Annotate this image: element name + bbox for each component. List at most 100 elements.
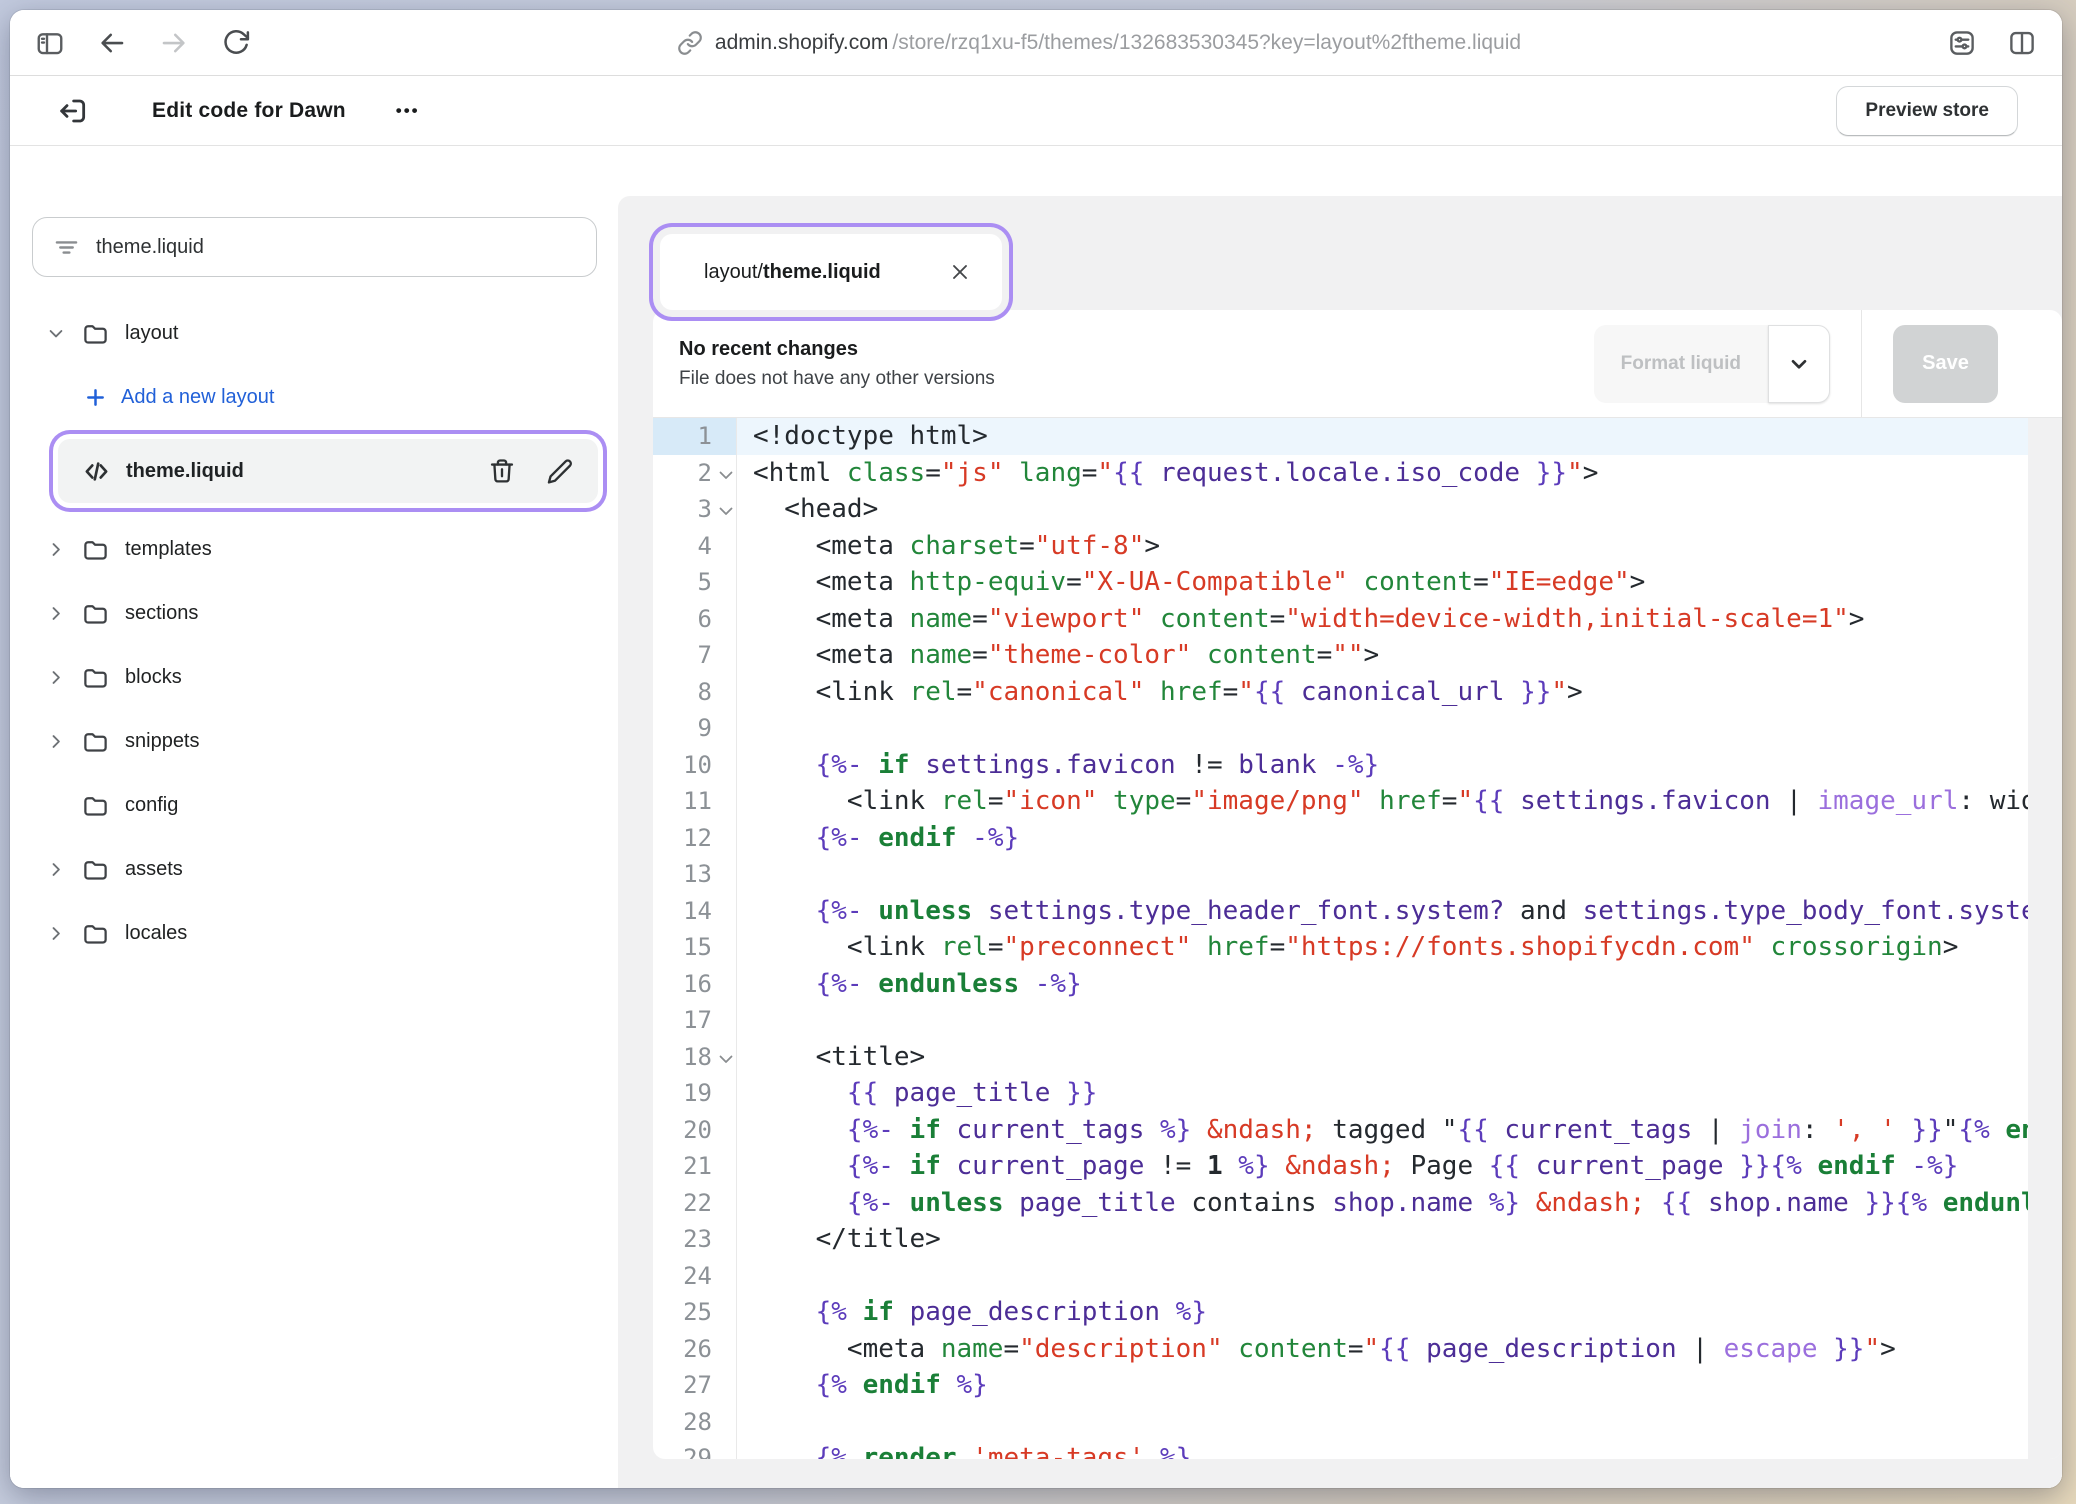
code-line-18[interactable]: 18 <title> bbox=[653, 1039, 2028, 1076]
reload-icon[interactable] bbox=[220, 27, 252, 59]
code-line-7[interactable]: 7 <meta name="theme-color" content=""> bbox=[653, 637, 2028, 674]
code-line-26[interactable]: 26 <meta name="description" content="{{ … bbox=[653, 1331, 2028, 1368]
url-host: admin.shopify.com bbox=[715, 31, 889, 55]
line-number-27: 27 bbox=[653, 1367, 737, 1404]
code-line-10[interactable]: 10 {%- if settings.favicon != blank -%} bbox=[653, 747, 2028, 784]
code-line-23[interactable]: 23 </title> bbox=[653, 1221, 2028, 1258]
code-line-20[interactable]: 20 {%- if current_tags %} &ndash; tagged… bbox=[653, 1112, 2028, 1149]
status-subtitle: File does not have any other versions bbox=[679, 368, 995, 390]
line-number-7: 7 bbox=[653, 637, 737, 674]
line-number-18: 18 bbox=[653, 1039, 737, 1076]
sidebar-item-templates[interactable]: templates bbox=[10, 517, 618, 581]
code-line-6[interactable]: 6 <meta name="viewport" content="width=d… bbox=[653, 601, 2028, 638]
fold-toggle-icon[interactable] bbox=[719, 1049, 733, 1068]
file-search-box[interactable] bbox=[32, 217, 597, 277]
folder-label: snippets bbox=[125, 730, 200, 753]
preview-store-button[interactable]: Preview store bbox=[1836, 86, 2018, 136]
code-line-19[interactable]: 19 {{ page_title }} bbox=[653, 1075, 2028, 1112]
code-line-17[interactable]: 17 bbox=[653, 1002, 2028, 1039]
folder-label: locales bbox=[125, 922, 187, 945]
sidebar-item-blocks[interactable]: blocks bbox=[10, 645, 618, 709]
sidebar-item-assets[interactable]: assets bbox=[10, 837, 618, 901]
code-editor[interactable]: 1<!doctype html>2<html class="js" lang="… bbox=[653, 418, 2062, 1459]
line-number-11: 11 bbox=[653, 783, 737, 820]
code-line-8[interactable]: 8 <link rel="canonical" href="{{ canonic… bbox=[653, 674, 2028, 711]
line-number-24: 24 bbox=[653, 1258, 737, 1295]
rename-icon[interactable] bbox=[546, 457, 574, 485]
line-number-2: 2 bbox=[653, 455, 737, 492]
chevron-right-icon[interactable] bbox=[46, 667, 66, 688]
close-icon[interactable] bbox=[948, 260, 972, 284]
folder-icon bbox=[82, 920, 109, 947]
browser-toolbar: admin.shopify.com/store/rzq1xu-f5/themes… bbox=[10, 10, 2062, 76]
chevron-right-icon[interactable] bbox=[46, 923, 66, 944]
exit-editor-icon[interactable] bbox=[56, 94, 90, 128]
sidebar-item-sections[interactable]: sections bbox=[10, 581, 618, 645]
sidebar-item-config[interactable]: config bbox=[10, 773, 618, 837]
code-line-16[interactable]: 16 {%- endunless -%} bbox=[653, 966, 2028, 1003]
page-settings-icon[interactable] bbox=[1946, 27, 1978, 59]
file-label: theme.liquid bbox=[126, 460, 458, 483]
sidebar-file-theme-liquid-selected[interactable]: theme.liquid bbox=[58, 439, 598, 503]
code-line-13[interactable]: 13 bbox=[653, 856, 2028, 893]
browser-window: admin.shopify.com/store/rzq1xu-f5/themes… bbox=[10, 10, 2062, 1488]
sidebar-item-locales[interactable]: locales bbox=[10, 901, 618, 965]
add-new-layout-button[interactable]: Add a new layout bbox=[10, 365, 618, 429]
tab-layout-theme-liquid[interactable]: layout/theme.liquid bbox=[660, 234, 1002, 310]
fold-toggle-icon[interactable] bbox=[719, 501, 733, 520]
line-number-19: 19 bbox=[653, 1075, 737, 1112]
line-number-12: 12 bbox=[653, 820, 737, 857]
chevron-right-icon[interactable] bbox=[46, 859, 66, 880]
code-line-2[interactable]: 2<html class="js" lang="{{ request.local… bbox=[653, 455, 2028, 492]
code-line-9[interactable]: 9 bbox=[653, 710, 2028, 747]
format-liquid-label[interactable]: Format liquid bbox=[1594, 325, 1768, 403]
code-line-3[interactable]: 3 <head> bbox=[653, 491, 2028, 528]
code-line-5[interactable]: 5 <meta http-equiv="X-UA-Compatible" con… bbox=[653, 564, 2028, 601]
line-number-13: 13 bbox=[653, 856, 737, 893]
code-line-4[interactable]: 4 <meta charset="utf-8"> bbox=[653, 528, 2028, 565]
forward-icon[interactable] bbox=[158, 27, 190, 59]
line-number-4: 4 bbox=[653, 528, 737, 565]
folder-label: assets bbox=[125, 858, 183, 881]
code-line-21[interactable]: 21 {%- if current_page != 1 %} &ndash; P… bbox=[653, 1148, 2028, 1185]
fold-toggle-icon[interactable] bbox=[719, 465, 733, 484]
split-view-icon[interactable] bbox=[2006, 27, 2038, 59]
code-line-22[interactable]: 22 {%- unless page_title contains shop.n… bbox=[653, 1185, 2028, 1222]
folder-icon bbox=[82, 320, 109, 347]
tab-label: layout/theme.liquid bbox=[704, 261, 881, 284]
line-number-29: 29 bbox=[653, 1440, 737, 1459]
line-number-6: 6 bbox=[653, 601, 737, 638]
chevron-right-icon[interactable] bbox=[46, 539, 66, 560]
chevron-right-icon[interactable] bbox=[46, 731, 66, 752]
url-bar[interactable]: admin.shopify.com/store/rzq1xu-f5/themes… bbox=[252, 30, 1946, 56]
back-icon[interactable] bbox=[96, 27, 128, 59]
code-line-14[interactable]: 14 {%- unless settings.type_header_font.… bbox=[653, 893, 2028, 930]
editor-panel: layout/theme.liquid No recent changes Fi… bbox=[618, 196, 2062, 1488]
line-number-1: 1 bbox=[653, 418, 737, 455]
format-liquid-button: Format liquid bbox=[1594, 325, 1830, 403]
code-line-12[interactable]: 12 {%- endif -%} bbox=[653, 820, 2028, 857]
chevron-down-icon[interactable] bbox=[46, 323, 66, 344]
line-number-9: 9 bbox=[653, 710, 737, 747]
line-number-20: 20 bbox=[653, 1112, 737, 1149]
code-line-24[interactable]: 24 bbox=[653, 1258, 2028, 1295]
folder-icon bbox=[82, 792, 109, 819]
code-line-29[interactable]: 29 {% render 'meta-tags' %} bbox=[653, 1440, 2028, 1459]
sidebar-item-layout[interactable]: layout bbox=[10, 301, 618, 365]
sidebar-item-snippets[interactable]: snippets bbox=[10, 709, 618, 773]
action-label: Add a new layout bbox=[121, 386, 274, 409]
more-actions-button[interactable]: ••• bbox=[396, 101, 420, 121]
save-button[interactable]: Save bbox=[1893, 325, 1998, 403]
code-line-1[interactable]: 1<!doctype html> bbox=[653, 418, 2028, 455]
search-input[interactable] bbox=[96, 236, 576, 259]
code-line-28[interactable]: 28 bbox=[653, 1404, 2028, 1441]
delete-icon[interactable] bbox=[488, 457, 516, 485]
code-line-15[interactable]: 15 <link rel="preconnect" href="https://… bbox=[653, 929, 2028, 966]
chevron-down-icon bbox=[1786, 351, 1812, 377]
format-liquid-dropdown[interactable] bbox=[1768, 325, 1830, 403]
code-line-27[interactable]: 27 {% endif %} bbox=[653, 1367, 2028, 1404]
code-line-25[interactable]: 25 {% if page_description %} bbox=[653, 1294, 2028, 1331]
code-line-11[interactable]: 11 <link rel="icon" type="image/png" hre… bbox=[653, 783, 2028, 820]
chevron-right-icon[interactable] bbox=[46, 603, 66, 624]
sidebar-toggle-icon[interactable] bbox=[34, 27, 66, 59]
